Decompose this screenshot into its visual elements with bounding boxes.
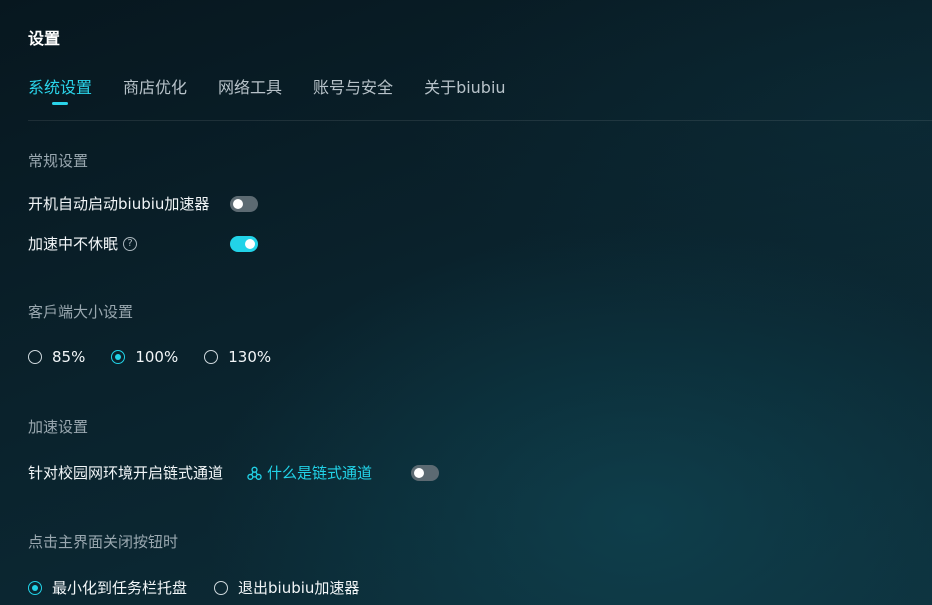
no-sleep-toggle[interactable] [230,236,258,252]
tab-about[interactable]: 关于biubiu [424,78,506,108]
radio-button-checked[interactable] [111,350,126,364]
auto-start-toggle[interactable] [230,196,258,212]
radio-button[interactable] [214,581,229,595]
tab-label: 账号与安全 [313,78,394,97]
section-title-acceleration: 加速设置 [28,418,89,436]
auto-start-row: 开机自动启动biubiu加速器 [28,193,209,215]
radio-button-checked[interactable] [28,581,42,595]
close-option-exit-app[interactable]: 退出biubiu加速器 [214,578,359,598]
tabs-divider [28,120,932,121]
chain-channel-label: 针对校园网环境开启链式通道 [28,464,224,482]
what-is-chain-channel-link[interactable]: 什么是链式通道 [247,463,372,483]
chain-nodes-icon [247,466,262,480]
close-option-minimize-to-tray[interactable]: 最小化到任务栏托盘 [28,578,187,598]
radio-button[interactable] [204,350,219,364]
section-title-close-behavior: 点击主界面关闭按钮时 [28,533,179,551]
radio-label: 130% [228,348,272,366]
link-label: 什么是链式通道 [267,464,373,482]
tab-label: 网络工具 [218,78,283,97]
radio-label: 100% [135,348,179,366]
client-size-option-130[interactable]: 130% [204,347,271,367]
tab-account-security[interactable]: 账号与安全 [313,78,393,108]
chain-channel-row: 针对校园网环境开启链式通道 什么是链式通道 [28,462,372,484]
active-tab-indicator [52,102,68,105]
client-size-option-85[interactable]: 85% [28,347,85,367]
section-title-client-size: 客戶端大小设置 [28,303,134,321]
radio-label: 85% [52,348,86,366]
tab-network-tools[interactable]: 网络工具 [218,78,282,108]
toggle-knob [233,199,243,209]
question-circle-icon[interactable]: ? [123,237,138,251]
auto-start-label: 开机自动启动biubiu加速器 [28,195,210,213]
radio-label: 最小化到任务栏托盘 [52,579,188,597]
client-size-option-100[interactable]: 100% [111,347,178,367]
tab-system-settings[interactable]: 系统设置 [28,78,92,108]
client-size-radio-group: 85% 100% 130% [28,346,271,368]
page-title: 设置 [28,29,61,48]
tab-label: 系统设置 [28,78,93,97]
radio-label: 退出biubiu加速器 [238,579,360,597]
tab-label: 商店优化 [123,78,188,97]
no-sleep-row: 加速中不休眠 ? [28,233,138,255]
chain-channel-toggle[interactable] [411,465,439,481]
toggle-knob [245,239,255,249]
toggle-knob [414,468,424,478]
radio-button[interactable] [28,350,42,364]
tab-label: 关于biubiu [424,78,506,97]
close-behavior-radio-group: 最小化到任务栏托盘 退出biubiu加速器 [28,577,359,599]
no-sleep-label: 加速中不休眠 [28,235,119,253]
settings-tabs: 系统设置 商店优化 网络工具 账号与安全 关于biubiu [28,78,537,108]
section-title-general: 常规设置 [28,152,89,170]
tab-store-optimization[interactable]: 商店优化 [123,78,187,108]
